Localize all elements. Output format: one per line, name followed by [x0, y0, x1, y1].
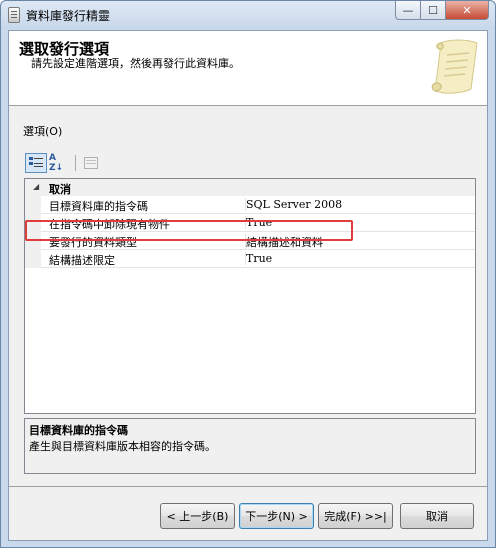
property-grid: ◢ 取消 目標資料庫的指令碼 SQL Server 2008 在指令碼中卸除現有…: [24, 178, 476, 414]
wizard-body: 選取發行選項 請先設定進階選項，然後再發行此資料庫。 選項(O) A Z↓ ◢ …: [8, 30, 488, 541]
maximize-button[interactable]: ☐: [420, 1, 446, 20]
options-label: 選項(O): [23, 125, 63, 138]
back-button[interactable]: < 上一步(B): [160, 503, 235, 529]
window-title: 資料庫發行精靈: [26, 9, 111, 23]
property-pages-button[interactable]: [80, 153, 102, 173]
categorized-button[interactable]: [25, 153, 47, 173]
categorized-icon: [29, 157, 43, 167]
alphabetical-sort-icon: A Z↓: [49, 153, 64, 173]
minimize-button[interactable]: —: [395, 1, 421, 20]
description-title: 目標資料庫的指令碼: [29, 424, 128, 437]
grid-row-schema-qualify[interactable]: 結構描述限定 True: [41, 250, 475, 268]
highlight-annotation-box: [25, 220, 353, 241]
cancel-button[interactable]: 取消: [400, 503, 474, 529]
property-value[interactable]: SQL Server 2008: [245, 198, 342, 211]
wizard-header: 選取發行選項 請先設定進階選項，然後再發行此資料庫。: [9, 31, 487, 106]
footer-divider: [9, 486, 487, 487]
wizard-window: 資料庫發行精靈 — ☐ ✕ 選取發行選項 請先設定進階選項，然後再發行此資料庫。…: [0, 0, 496, 548]
next-button[interactable]: 下一步(N) >: [239, 503, 314, 529]
collapse-toggle-icon[interactable]: ◢: [33, 182, 39, 191]
property-name: 目標資料庫的指令碼: [49, 200, 148, 213]
grid-row-target-script[interactable]: 目標資料庫的指令碼 SQL Server 2008: [41, 196, 475, 214]
property-grid-toolbar: A Z↓: [25, 153, 104, 173]
toolbar-separator: [75, 155, 76, 171]
grid-category-row[interactable]: ◢ 取消: [25, 179, 475, 196]
close-button[interactable]: ✕: [445, 1, 489, 20]
property-value[interactable]: True: [245, 252, 272, 265]
property-pages-icon: [84, 157, 98, 169]
grid-category-label: 取消: [49, 183, 71, 196]
alphabetical-button[interactable]: A Z↓: [49, 153, 71, 173]
description-panel: 目標資料庫的指令碼 產生與目標資料庫版本相容的指令碼。: [24, 418, 476, 474]
description-text: 產生與目標資料庫版本相容的指令碼。: [29, 440, 216, 453]
database-wizard-icon: [8, 7, 20, 23]
title-bar: 資料庫發行精靈 — ☐ ✕: [1, 1, 495, 29]
page-subtitle: 請先設定進階選項，然後再發行此資料庫。: [31, 57, 240, 70]
finish-button[interactable]: 完成(F) >>|: [318, 503, 393, 529]
scroll-icon: [431, 39, 478, 94]
property-name: 結構描述限定: [49, 254, 115, 267]
